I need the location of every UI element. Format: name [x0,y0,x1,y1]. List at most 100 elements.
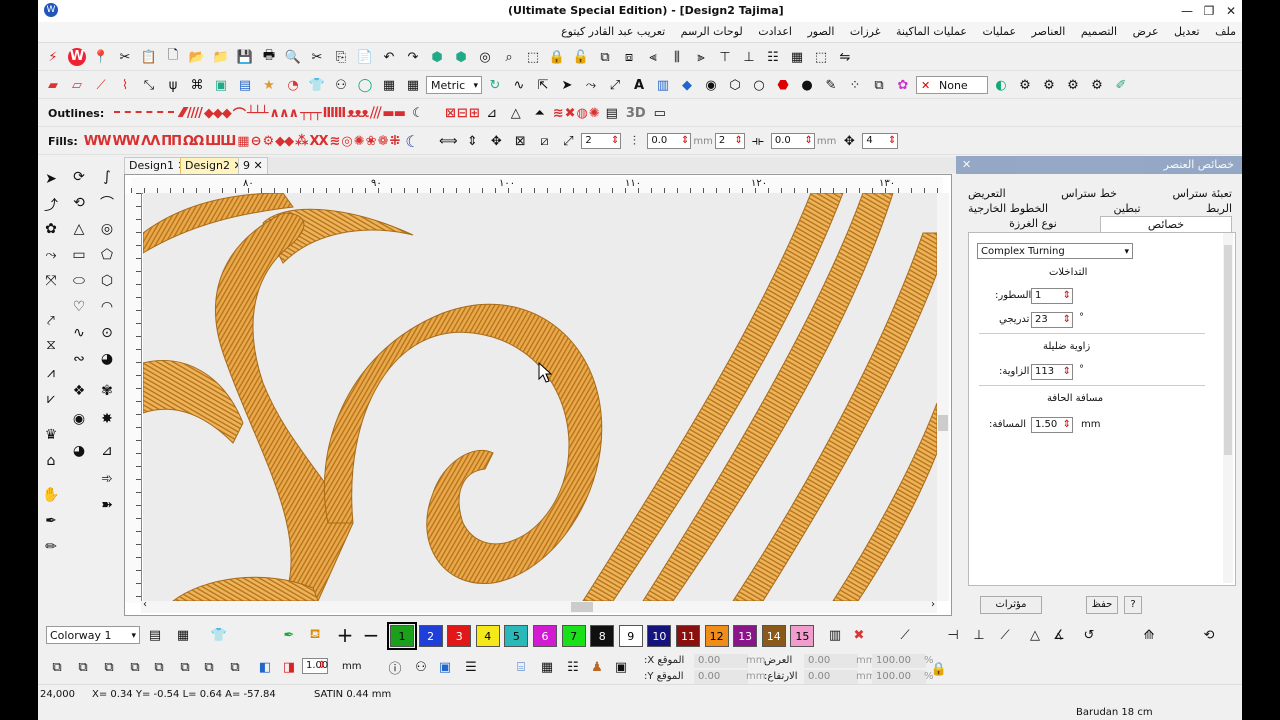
stemstitch-icon[interactable]: ⧸⧸⧸ [370,106,381,121]
color-swatch-14[interactable]: 14 [761,625,786,647]
tab-9[interactable]: 9 ✕ [238,157,268,175]
zoom-icon[interactable]: ⌕ [498,46,520,68]
move-icon[interactable]: ✥ [838,130,860,152]
artistic-view-icon[interactable]: ◐ [990,74,1012,96]
cap-icon[interactable]: ◔ [282,74,304,96]
distribute-tools-icon[interactable]: ⊥ [968,624,990,646]
curve-tool-icon[interactable]: ⌒ [96,192,118,214]
bounds-icon[interactable]: ⊠ [509,130,531,152]
heart-tool-icon[interactable]: ♡ [68,296,90,318]
crosshatch-fill-icon[interactable]: ▦ [237,134,249,149]
menu-edit[interactable]: تعديل [1168,22,1206,41]
color-swatch-11[interactable]: 11 [676,625,700,647]
save-icon[interactable]: 💾 [234,46,256,68]
swirl-icon[interactable]: ∿ [508,74,530,96]
hoop-oval-icon[interactable]: ◯ [354,74,376,96]
fill-param-1[interactable]: 2 [581,133,622,149]
print-icon[interactable]: 🖶 [258,46,280,68]
fill-outline-c-icon[interactable]: ⊞ [469,106,480,121]
star-icon[interactable]: ★ [258,74,280,96]
grid-icon[interactable]: ▦ [786,46,808,68]
select-arrow-icon[interactable]: ➤ [556,74,578,96]
triangle-tool-icon[interactable]: △ [68,218,90,240]
shape-weld-icon[interactable]: ⧉ [174,656,196,678]
panel-scrollbar[interactable] [1223,233,1233,583]
knife-icon[interactable]: ⤢ [604,74,626,96]
image-list-icon[interactable]: ▣ [434,656,456,678]
color-swatch-15[interactable]: 15 [790,625,815,647]
lock-icon[interactable]: 🔒 [546,46,568,68]
distribute-icon[interactable]: ☷ [762,46,784,68]
qr-icon[interactable]: ▣ [610,656,632,678]
measure-icon[interactable]: ⟋ [894,624,916,646]
wrench-icon[interactable]: ✂ [114,46,136,68]
align-tools-icon[interactable]: ⊣ [942,624,964,646]
photo-icon[interactable]: ▤ [234,74,256,96]
sequin-fill-icon[interactable]: ⁜ [389,134,400,149]
width-icon[interactable]: ⟛ [747,130,769,152]
circle-dot-icon[interactable]: ◉ [700,74,722,96]
close-tab-icon[interactable]: ✕ [254,159,263,172]
bean-outline-icon[interactable]: ◆◆◆ [204,106,232,121]
monogram-icon[interactable]: ▥ [652,74,674,96]
fancy-fill-icon[interactable]: ΩΩ [183,134,204,149]
rotate-tool-icon[interactable]: ⟳ [68,166,90,188]
spiral-tool-icon[interactable]: ∿ [68,322,90,344]
stitch-list-icon[interactable]: ☷ [562,656,584,678]
hoop-icon[interactable]: ◎ [474,46,496,68]
shape-exclude-icon[interactable]: ⧉ [124,656,146,678]
shirt-icon[interactable]: 👕 [306,74,328,96]
rectangle-tool-icon[interactable]: ▭ [68,244,90,266]
unlock-icon[interactable]: 🔓 [570,46,592,68]
tab-underlay[interactable]: تبطين [1114,201,1141,216]
fabric-icon[interactable]: ⚙ [1086,74,1108,96]
bar-icon[interactable]: ▭ [649,102,671,124]
width-field[interactable]: 0.00 [804,654,858,668]
fancy-outline-icon[interactable]: ⅢⅢ [323,106,347,121]
new-file-icon[interactable]: 🗋 [162,46,184,68]
triple-run-icon[interactable]: ⁄⁄⁄⁄ [180,106,186,121]
curve-icon[interactable]: ☾ [407,102,429,124]
distance-input[interactable]: 1.50 [1031,417,1073,433]
tab-stitch-type[interactable]: نوع الغرزة [968,216,1098,232]
position-x-field[interactable]: 0.00 [694,654,748,668]
column-tool-left-icon[interactable]: ⩗ [40,388,62,410]
refresh-icon[interactable]: ↻ [484,74,506,96]
colorway-select[interactable]: Colorway 1 [46,626,140,645]
shape-trim-icon[interactable]: ⧉ [198,656,220,678]
circle-icon[interactable]: ○ [748,74,770,96]
lock-ratio-icon[interactable]: 🔒 [928,658,950,680]
color-swatch-8[interactable]: 8 [590,625,615,647]
fabric-tool-icon[interactable]: ⌂ [40,450,62,472]
pie-tool-icon[interactable]: ◕ [96,348,118,370]
text-tool-icon[interactable]: A [628,74,650,96]
radial-fill-icon[interactable]: ✺ [354,134,365,149]
path-select-icon[interactable]: ⤳ [40,244,62,266]
ungroup-icon[interactable]: ⧈ [618,46,640,68]
cross-fill-icon[interactable]: ✖ [565,106,576,121]
satin-tool-icon[interactable]: ▰ [42,74,64,96]
measure-tool-icon[interactable]: ⊿ [96,440,118,462]
redo-icon[interactable]: ↷ [402,46,424,68]
menu-file[interactable]: ملف [1209,22,1242,41]
print-preview-icon[interactable]: 🔍 [282,46,304,68]
pointer-icon[interactable]: ⇱ [532,74,554,96]
menu-stitches[interactable]: غرزات [844,22,887,41]
shape-clip-icon[interactable]: ⧉ [224,656,246,678]
select-icon[interactable]: ➤ [40,168,62,190]
menu-images[interactable]: الصور [801,22,840,41]
column-fill-icon[interactable]: ШШ [205,134,236,149]
width-percent-field[interactable]: 100.00 [872,654,926,668]
paint-bucket-icon[interactable]: ⛾ [304,624,326,646]
arrow-tool-icon[interactable]: ➾ [96,468,118,490]
height-percent-field[interactable]: 100.00 [872,670,926,684]
tatami-fill-icon[interactable]: WW [112,134,140,149]
wave-tool-icon[interactable]: ∾ [68,348,90,370]
ornament-fill-icon[interactable]: ❀ [366,134,377,149]
lace-fill-icon[interactable]: ❁ [378,134,389,149]
menu-elements[interactable]: العناصر [1026,22,1072,41]
lines-input[interactable]: 1 [1031,288,1073,304]
step-fill-icon[interactable]: ΠΠ [161,134,182,149]
scroll-thumb[interactable] [571,602,593,612]
x-fill-icon[interactable]: XX [309,134,328,149]
